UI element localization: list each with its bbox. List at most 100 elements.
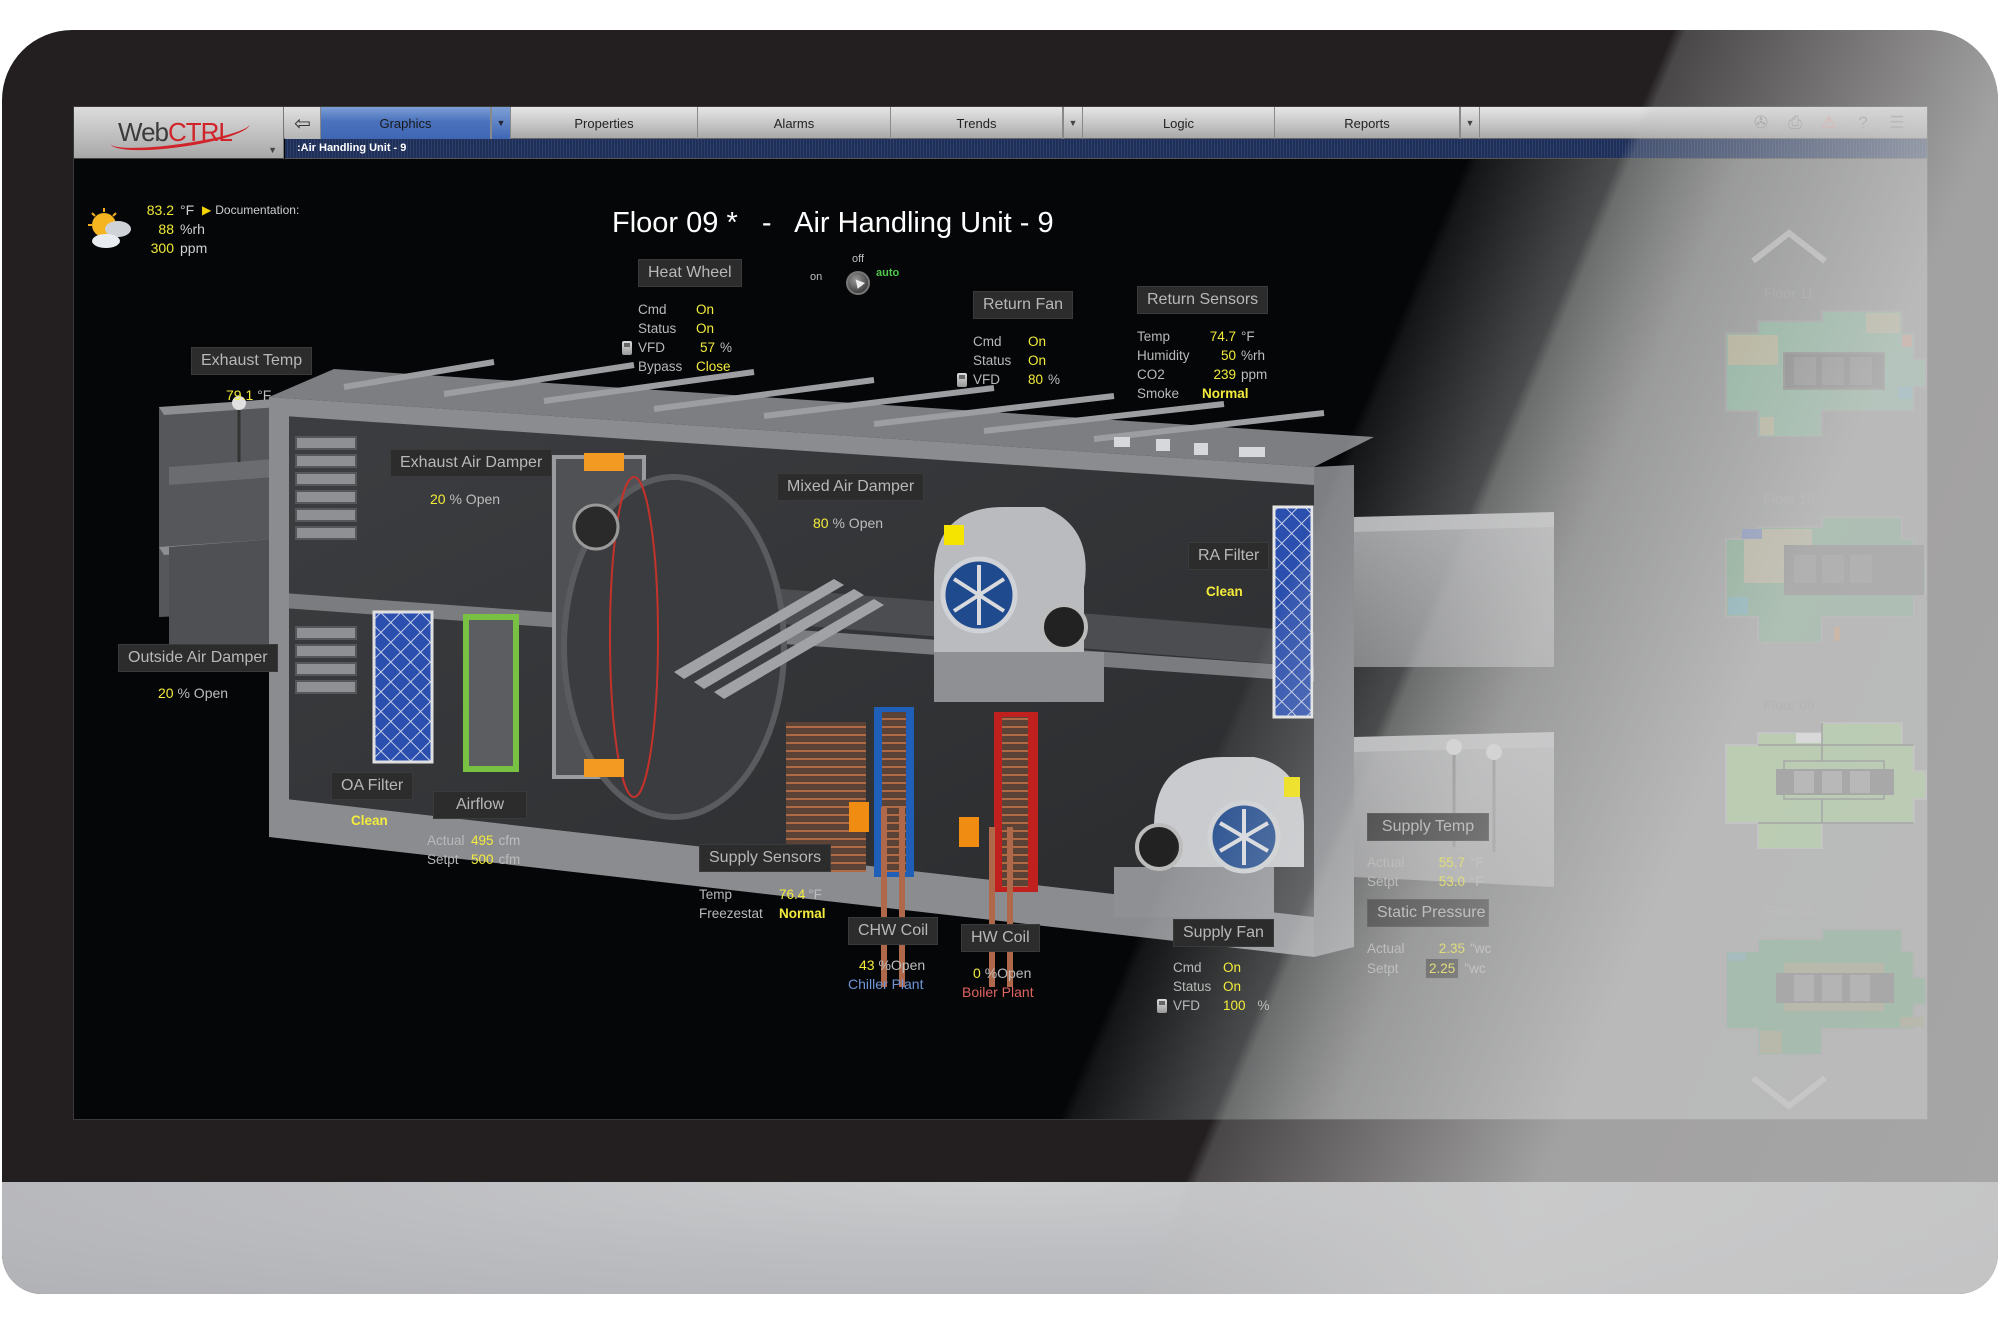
unit: °F — [180, 202, 195, 218]
supply-temp-setpoint[interactable]: 53.0 — [1429, 872, 1465, 891]
supply-temp-label[interactable]: Supply Temp — [1367, 813, 1489, 841]
ra-filter-label[interactable]: RA Filter — [1188, 542, 1270, 570]
unit: ppm — [180, 240, 208, 256]
key: Bypass — [638, 359, 683, 374]
static-pressure-label[interactable]: Static Pressure — [1367, 899, 1489, 927]
chevron-up-icon[interactable] — [1749, 227, 1829, 267]
mode-auto-label[interactable]: auto — [876, 267, 899, 279]
floor-09-thumbnail-current[interactable] — [1714, 721, 1928, 849]
key: VFD — [1173, 998, 1200, 1013]
static-pressure-actual: 2.35 — [1438, 941, 1465, 956]
webctrl-logo[interactable]: WebCTRL ▼ — [74, 107, 284, 159]
alarm-warning-icon[interactable]: ⚠ — [1817, 111, 1841, 135]
tab-logic[interactable]: Logic — [1083, 107, 1275, 139]
vfd-icon[interactable] — [1157, 998, 1167, 1013]
unit: °F — [1470, 855, 1484, 870]
tab-reports[interactable]: Reports — [1275, 107, 1460, 139]
static-pressure-setpoint-input[interactable]: 2.25 — [1425, 958, 1460, 979]
floor-11-thumbnail[interactable] — [1714, 309, 1928, 437]
return-co2: 239 — [1213, 367, 1236, 382]
airflow-values: Actual 495 cfm Setpt 500 cfm — [427, 831, 520, 869]
floor-10-label[interactable]: Floor 10 — [1654, 491, 1924, 507]
logo-dropdown-icon[interactable]: ▼ — [268, 145, 277, 155]
key: Cmd — [973, 334, 1002, 349]
documentation-toggle[interactable]: ▶ Documentation: — [202, 203, 299, 217]
return-air-duct — [1354, 512, 1554, 667]
chw-coil-value: 43 %Open — [859, 957, 925, 973]
logo-web: Web — [118, 117, 169, 147]
mixed-air-damper-label[interactable]: Mixed Air Damper — [777, 473, 925, 501]
heat-wheel-label[interactable]: Heat Wheel — [638, 259, 742, 287]
mode-knob[interactable] — [846, 271, 870, 295]
static-pressure-values: Actual 2.35 "wc Setpt 2.25 "wc — [1367, 939, 1491, 979]
supply-sensors-label[interactable]: Supply Sensors — [699, 844, 832, 872]
printer-icon[interactable]: ⎙ — [1783, 111, 1807, 135]
supply-fan-label[interactable]: Supply Fan — [1173, 919, 1274, 947]
unit: % Open — [177, 685, 229, 701]
key: CO2 — [1137, 367, 1165, 382]
chw-coil-label[interactable]: CHW Coil — [848, 917, 939, 945]
return-fan-label[interactable]: Return Fan — [973, 291, 1074, 319]
trends-dropdown-button[interactable]: ▼ — [1063, 107, 1083, 139]
chiller-plant-link[interactable]: Chiller Plant — [848, 976, 923, 992]
help-icon[interactable]: ? — [1851, 111, 1875, 135]
preheat-coil-graphic — [463, 614, 519, 772]
hw-coil-value: 0 %Open — [973, 965, 1031, 981]
value: 88 — [158, 221, 174, 237]
return-fan-cmd[interactable]: On — [1028, 332, 1046, 351]
floor-11-label[interactable]: Floor 11 — [1654, 285, 1924, 301]
key: Cmd — [638, 302, 667, 317]
graphics-dropdown-button[interactable]: ▼ — [491, 107, 511, 139]
unit: "wc — [1464, 961, 1486, 976]
supply-temp-sensor: 76.4 — [779, 887, 806, 902]
exhaust-air-damper-label[interactable]: Exhaust Air Damper — [390, 449, 553, 477]
screen: Graphics ▼ Properties Alarms Trends ▼ Lo… — [73, 106, 1928, 1120]
floor-08-label[interactable]: Floor 08 — [1654, 903, 1924, 919]
boiler-plant-link[interactable]: Boiler Plant — [962, 984, 1034, 1000]
heat-wheel-cmd[interactable]: On — [696, 300, 714, 319]
floor-10-thumbnail[interactable] — [1714, 515, 1928, 643]
mode-off-label[interactable]: off — [852, 253, 864, 265]
menu-icon[interactable]: ☰ — [1885, 111, 1909, 135]
back-button[interactable]: ⇦ — [285, 107, 321, 139]
vfd-icon[interactable] — [622, 340, 632, 355]
mode-on-label[interactable]: on — [810, 271, 822, 283]
airflow-setpoint[interactable]: 500 — [471, 850, 494, 869]
breadcrumb-bar: :Air Handling Unit - 9 — [285, 139, 1927, 159]
breadcrumb[interactable]: :Air Handling Unit - 9 — [297, 142, 406, 154]
chevron-down-icon[interactable] — [1749, 1072, 1829, 1112]
floor-09-label[interactable]: Floor 09 — [1654, 697, 1924, 713]
logo-ctrl: CTRL — [168, 117, 233, 147]
mode-switch[interactable]: on off auto — [802, 249, 912, 309]
return-fan-values: Cmd On Status On VFD 80% — [957, 332, 1060, 389]
floor-08-thumbnail[interactable] — [1714, 927, 1928, 1055]
vfd-icon[interactable] — [957, 372, 967, 387]
unit: % Open — [832, 515, 884, 531]
tab-alarms[interactable]: Alarms — [698, 107, 891, 139]
outside-air-damper-label[interactable]: Outside Air Damper — [118, 644, 278, 672]
supply-fan-cmd[interactable]: On — [1223, 958, 1241, 977]
reports-dropdown-button[interactable]: ▼ — [1460, 107, 1480, 139]
return-temp: 74.7 — [1209, 329, 1236, 344]
exhaust-temp-label[interactable]: Exhaust Temp — [191, 347, 313, 375]
film-reel-icon[interactable]: ✇ — [1749, 111, 1773, 135]
documentation-label: Documentation: — [215, 203, 300, 217]
airflow-label[interactable]: Airflow — [433, 791, 527, 819]
tab-trends[interactable]: Trends — [891, 107, 1063, 139]
unit: cfm — [498, 833, 521, 848]
key: Temp — [1137, 329, 1171, 344]
tab-properties[interactable]: Properties — [511, 107, 698, 139]
supply-temp-values: Actual 55.7 °F Setpt 53.0 °F — [1367, 853, 1484, 891]
supply-fan-values: Cmd On Status On VFD 100% — [1157, 958, 1270, 1015]
tab-graphics[interactable]: Graphics — [321, 107, 491, 139]
unit: % — [1257, 998, 1270, 1013]
heat-wheel-status: On — [696, 321, 715, 336]
heat-wheel-values: Cmd On Status On VFD 57% Bypass Close — [622, 300, 732, 376]
key: Cmd — [1173, 960, 1202, 975]
oa-filter-label[interactable]: OA Filter — [331, 772, 414, 800]
key: Status — [638, 321, 677, 336]
hw-coil-label[interactable]: HW Coil — [961, 924, 1040, 952]
return-fan-status: On — [1028, 353, 1047, 368]
return-sensors-label[interactable]: Return Sensors — [1137, 286, 1269, 314]
ra-filter-graphic — [1272, 505, 1314, 719]
